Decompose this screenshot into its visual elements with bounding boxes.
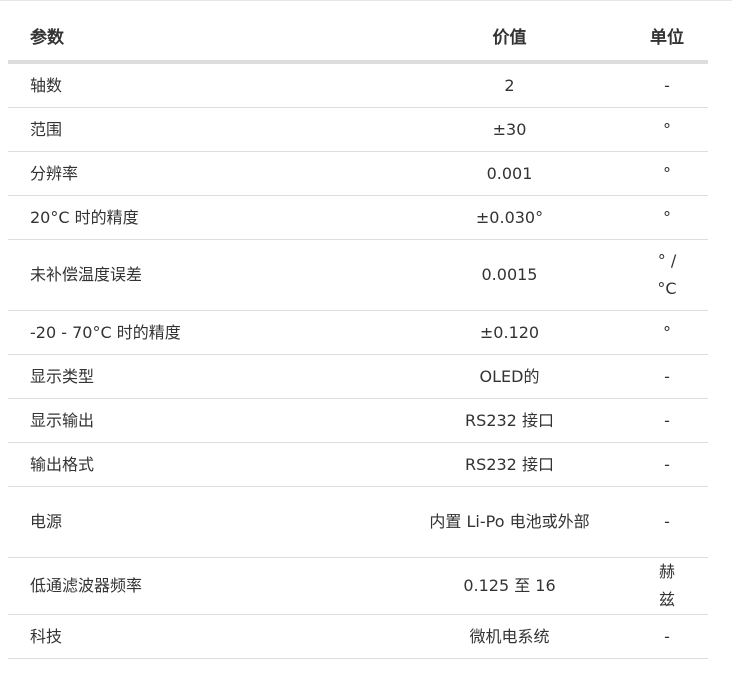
param-unit: - [626, 614, 708, 659]
param-unit: - [626, 442, 708, 487]
param-value: ±0.030° [393, 195, 626, 240]
param-name: 分辨率 [8, 151, 393, 196]
param-name: 显示输出 [8, 398, 393, 443]
param-value: RS232 接口 [393, 398, 626, 443]
param-unit: ° [626, 195, 708, 240]
table-row: 低通滤波器频率 0.125 至 16 赫兹 [8, 557, 708, 615]
table-row: 电源 内置 Li-Po 电池或外部 - [8, 486, 708, 558]
header-row: 参数 价值 单位 [8, 10, 708, 64]
table-row: 轴数 2 - [8, 62, 708, 108]
header-value: 价值 [393, 10, 626, 64]
spec-table: 参数 价值 单位 轴数 2 - 范围 ±30 ° 分辨率 0.001 ° 20°… [8, 10, 708, 659]
param-name: 轴数 [8, 62, 393, 108]
table-row: 范围 ±30 ° [8, 107, 708, 152]
header-parameter: 参数 [8, 10, 393, 64]
top-divider [0, 0, 732, 1]
table-header: 参数 价值 单位 [8, 10, 708, 64]
param-unit: ° [626, 107, 708, 152]
param-value: ±0.120 [393, 310, 626, 355]
param-name: 输出格式 [8, 442, 393, 487]
table-row: 未补偿温度误差 0.0015 ° / °C [8, 239, 708, 311]
param-unit: - [626, 486, 708, 558]
param-value: 内置 Li-Po 电池或外部 [393, 486, 626, 558]
param-name: 低通滤波器频率 [8, 557, 393, 615]
table-row: 科技 微机电系统 - [8, 614, 708, 659]
header-unit: 单位 [626, 10, 708, 64]
param-value: 2 [393, 62, 626, 108]
param-value: 0.001 [393, 151, 626, 196]
param-unit: ° [626, 310, 708, 355]
table-row: -20 - 70°C 时的精度 ±0.120 ° [8, 310, 708, 355]
param-unit: - [626, 62, 708, 108]
table-row: 分辨率 0.001 ° [8, 151, 708, 196]
table-row: 显示类型 OLED的 - [8, 354, 708, 399]
param-name: 显示类型 [8, 354, 393, 399]
param-name: -20 - 70°C 时的精度 [8, 310, 393, 355]
param-unit: ° [626, 151, 708, 196]
table-row: 输出格式 RS232 接口 - [8, 442, 708, 487]
param-unit: ° / °C [626, 239, 708, 311]
param-value: OLED的 [393, 354, 626, 399]
param-unit: - [626, 398, 708, 443]
param-value: ±30 [393, 107, 626, 152]
table-row: 显示输出 RS232 接口 - [8, 398, 708, 443]
param-value: 0.125 至 16 [393, 557, 626, 615]
param-value: RS232 接口 [393, 442, 626, 487]
table-body: 轴数 2 - 范围 ±30 ° 分辨率 0.001 ° 20°C 时的精度 ±0… [8, 62, 708, 659]
param-value: 微机电系统 [393, 614, 626, 659]
param-name: 未补偿温度误差 [8, 239, 393, 311]
param-value: 0.0015 [393, 239, 626, 311]
table-row: 20°C 时的精度 ±0.030° ° [8, 195, 708, 240]
param-unit: 赫兹 [626, 557, 708, 615]
param-unit: - [626, 354, 708, 399]
param-name: 科技 [8, 614, 393, 659]
param-name: 电源 [8, 486, 393, 558]
param-name: 范围 [8, 107, 393, 152]
param-name: 20°C 时的精度 [8, 195, 393, 240]
